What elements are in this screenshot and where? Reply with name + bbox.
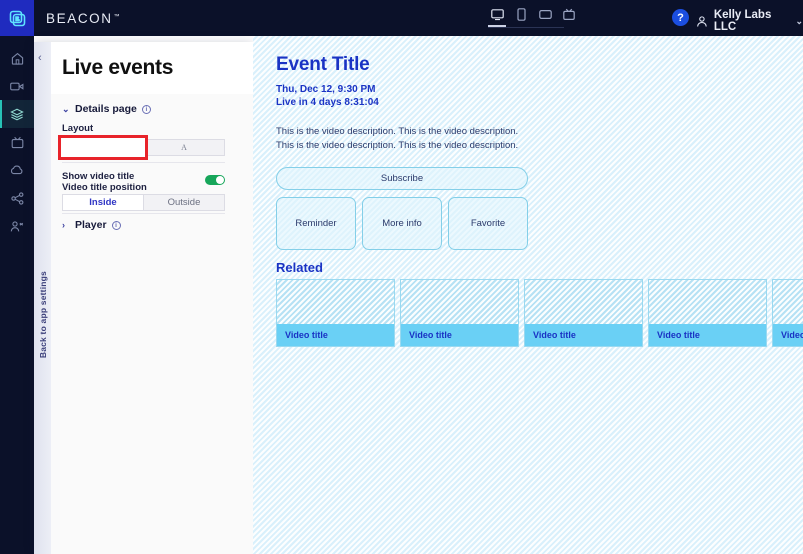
- preview-description: This is the video description. This is t…: [276, 126, 519, 151]
- device-tv-button[interactable]: [560, 7, 578, 27]
- device-mobile-button[interactable]: [512, 7, 530, 27]
- preview-event-title: Event Title: [276, 54, 370, 75]
- more-info-button[interactable]: More info: [362, 197, 442, 250]
- back-to-app-settings-link[interactable]: Back to app settings: [34, 255, 51, 375]
- video-card-title: Video title: [773, 324, 803, 346]
- video-title-position-label: Video title position: [62, 182, 147, 193]
- video-card-title: Video title: [277, 324, 394, 346]
- show-video-title-row: Show video title Video title position: [62, 171, 242, 193]
- preview-event-date: Thu, Dec 12, 9:30 PM: [276, 84, 376, 95]
- chevron-down-icon: ⌄: [62, 103, 70, 114]
- sidebar-item-share[interactable]: [0, 184, 34, 212]
- layout-label: Layout: [62, 123, 94, 134]
- layers-icon: [10, 108, 24, 120]
- video-card-title: Video title: [401, 324, 518, 346]
- subscribe-button[interactable]: Subscribe: [276, 167, 528, 190]
- device-preview-switcher: [488, 7, 578, 27]
- home-icon: [11, 52, 23, 65]
- toggle-knob: [216, 176, 224, 184]
- mobile-icon: [516, 8, 526, 21]
- back-to-app-settings-label: Back to app settings: [37, 271, 48, 359]
- video-card[interactable]: Video title: [400, 279, 519, 347]
- info-icon[interactable]: i: [141, 104, 151, 114]
- sidebar-item-video[interactable]: [0, 72, 34, 100]
- layout-segmented-control: A: [62, 139, 225, 156]
- related-video-list: Video title Video title Video title Vide…: [276, 279, 803, 347]
- desktop-icon: [490, 8, 504, 20]
- layout-option-single-column[interactable]: [63, 140, 143, 155]
- chevron-right-icon: ›: [62, 220, 65, 230]
- share-icon: [10, 191, 23, 205]
- position-option-inside[interactable]: Inside: [63, 195, 143, 210]
- video-camera-icon: [10, 82, 24, 90]
- tablet-icon: [538, 10, 552, 20]
- device-desktop-button[interactable]: [488, 7, 506, 27]
- sidebar-rail: [0, 44, 34, 240]
- video-card[interactable]: Video title: [648, 279, 767, 347]
- details-page-heading: Details page: [75, 103, 137, 115]
- help-button[interactable]: ?: [672, 9, 689, 26]
- favorite-button[interactable]: Favorite: [448, 197, 528, 250]
- sidebar-item-tv-apps[interactable]: [0, 128, 34, 156]
- vertical-bar-icon: [102, 143, 104, 152]
- beacon-logo-icon[interactable]: [0, 0, 34, 36]
- layout-option-two-column[interactable]: A: [144, 140, 224, 155]
- layout-divider: [62, 162, 242, 163]
- info-icon[interactable]: i: [111, 220, 121, 230]
- app-root: BEACON™ ? Kelly Labs LLC ⌄ Back to app s…: [0, 0, 803, 554]
- show-video-title-label: Show video title: [62, 171, 135, 182]
- chevron-down-icon: ⌄: [795, 15, 803, 26]
- show-video-title-toggle[interactable]: [205, 175, 225, 185]
- trademark-mark: ™: [113, 13, 120, 20]
- layout-field: Layout A: [58, 123, 242, 160]
- position-segmented-control: Inside Outside: [62, 194, 225, 211]
- player-section-header[interactable]: › Player i: [62, 219, 242, 231]
- tv-icon: [563, 8, 575, 21]
- sidebar-item-home[interactable]: [0, 44, 34, 72]
- video-card-title: Video title: [525, 324, 642, 346]
- brand-name: BEACON™: [46, 10, 120, 26]
- video-title-position-control: Inside Outside: [62, 194, 242, 211]
- device-tablet-button[interactable]: [536, 7, 554, 27]
- preview-event-meta: Thu, Dec 12, 9:30 PM Live in 4 days 8:31…: [276, 83, 379, 109]
- details-page-section-header[interactable]: ⌄ Details page i: [62, 103, 242, 115]
- device-track: [488, 27, 564, 28]
- related-heading: Related: [276, 260, 323, 275]
- panel-header: Live events: [51, 42, 253, 94]
- position-divider: [62, 213, 242, 214]
- video-card-title: Video title: [649, 324, 766, 346]
- brand-text: BEACON: [46, 10, 113, 26]
- person-icon: [697, 15, 707, 27]
- video-card[interactable]: Video title: [524, 279, 643, 347]
- cloud-icon: [10, 165, 23, 174]
- panel-collapse-button[interactable]: ‹: [38, 52, 42, 64]
- position-option-outside[interactable]: Outside: [144, 195, 224, 210]
- video-card[interactable]: Video title: [276, 279, 395, 347]
- top-bar: BEACON™ ? Kelly Labs LLC ⌄: [0, 0, 803, 36]
- video-card[interactable]: Video title: [772, 279, 803, 347]
- sidebar-item-live-events[interactable]: [0, 100, 34, 128]
- tv-icon: [11, 136, 23, 148]
- account-menu[interactable]: Kelly Labs LLC ⌄: [696, 9, 803, 33]
- account-name: Kelly Labs LLC: [713, 9, 772, 33]
- preview-canvas: Event Title Thu, Dec 12, 9:30 PM Live in…: [253, 36, 803, 554]
- sidebar-item-audience[interactable]: [0, 212, 34, 240]
- beacon-logo-glyph: [9, 10, 25, 26]
- preview-action-buttons: Reminder More info Favorite: [276, 197, 528, 250]
- player-heading: Player: [75, 219, 107, 231]
- sidebar-item-cloud[interactable]: [0, 156, 34, 184]
- panel-body: [51, 42, 253, 554]
- page-title: Live events: [62, 56, 174, 79]
- people-icon: [10, 220, 24, 231]
- preview-countdown: Live in 4 days 8:31:04: [276, 97, 379, 108]
- reminder-button[interactable]: Reminder: [276, 197, 356, 250]
- letter-a-icon: A: [181, 143, 187, 152]
